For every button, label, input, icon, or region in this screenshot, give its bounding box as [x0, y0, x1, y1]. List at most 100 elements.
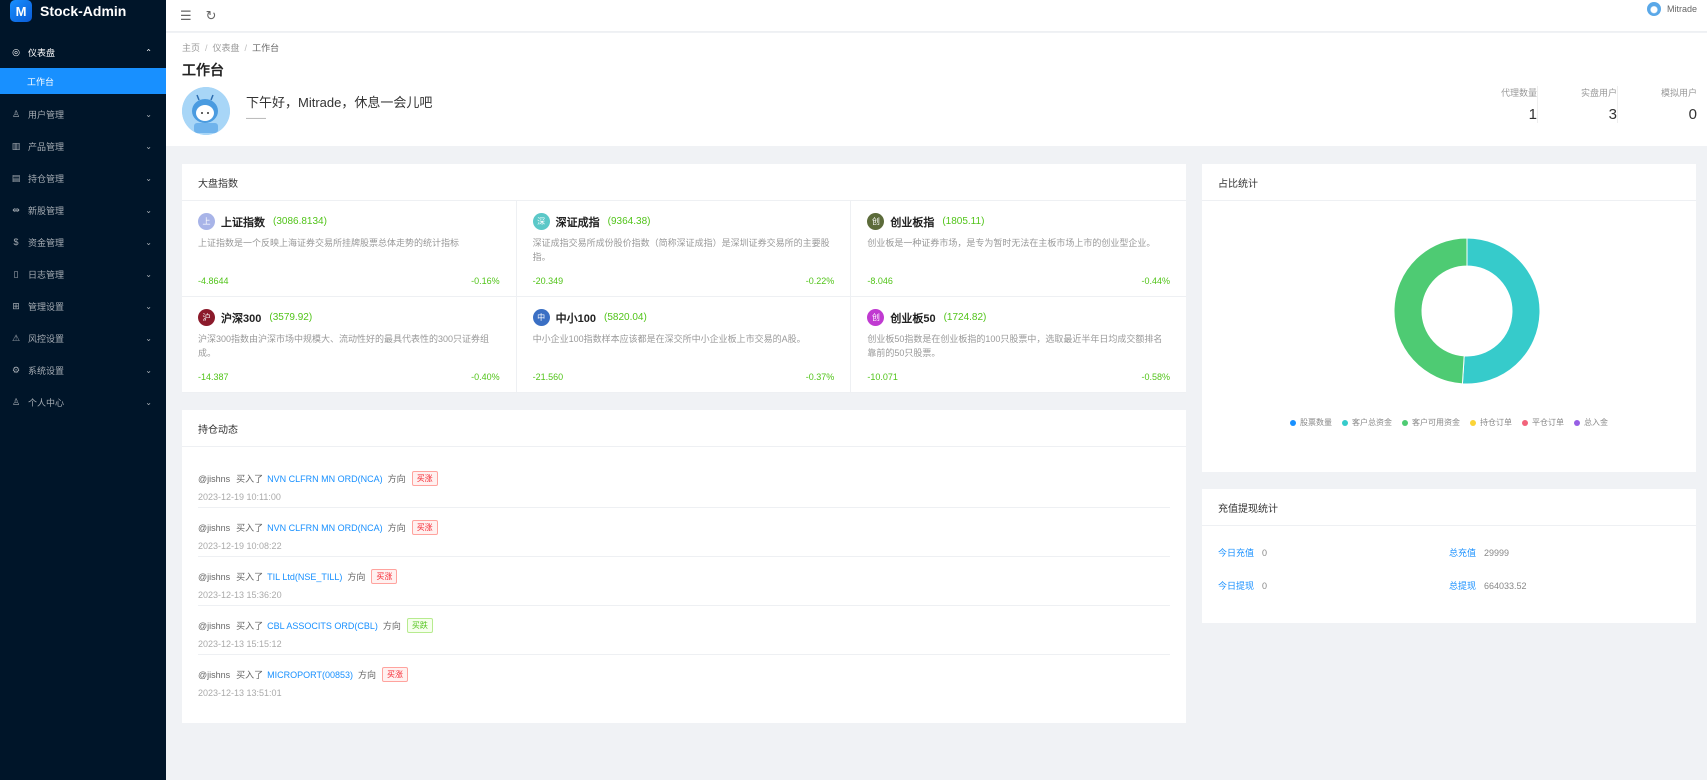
legend-item[interactable]: 平仓订单	[1522, 417, 1564, 428]
donut-slice-2[interactable]	[1393, 237, 1468, 385]
chevron-down-icon: ⌄	[145, 269, 152, 279]
feed-line: @jishns 买入了 MICROPORT(00853) 方向 买涨	[198, 667, 1170, 682]
index-description: 沪深300指数由沪深市场中规模大、流动性好的最具代表性的300只证券组成。	[198, 334, 490, 358]
position-feed-card: 持仓动态 @jishns 买入了 NVN CLFRN MN ORD(NCA) 方向 买涨…	[182, 410, 1186, 723]
sidebar-item-dashboard[interactable]: ◎ 仪表盘 ⌃	[0, 36, 166, 68]
feed-stock-link[interactable]: NVN CLFRN MN ORD(NCA)	[267, 523, 383, 533]
donut-slice-1[interactable]	[1461, 237, 1541, 385]
chevron-down-icon: ⌄	[145, 365, 152, 375]
stat-value: 0	[1688, 106, 1697, 123]
index-item[interactable]: 沪沪深300 (3579.92) 沪深300指数由沪深市场中规模大、流动性好的最具代…	[182, 297, 517, 393]
sidebar-item-risk-settings[interactable]: ⚠ 风控设置 ⌄	[0, 322, 166, 354]
app-title: Stock-Admin	[40, 3, 127, 19]
fund-value: 664033.52	[1484, 581, 1527, 591]
legend-dot-icon	[1342, 419, 1348, 426]
sidebar-item-users[interactable]: ♙ 用户管理 ⌄	[0, 98, 166, 130]
sidebar-item-label: 管理设置	[28, 301, 65, 312]
feed-action: 买入了	[236, 621, 264, 631]
index-item[interactable]: 上上证指数 (3086.8134) 上证指数是一个反映上海证券交易所挂牌股票总体走势…	[182, 201, 517, 297]
position-icon: ▤	[11, 172, 21, 183]
sidebar-item-system-settings[interactable]: ⚙ 系统设置 ⌄	[0, 354, 166, 386]
feed-stock-link[interactable]: MICROPORT(00853)	[267, 670, 353, 680]
fund-total-withdraw: 总提现 664033.52	[1449, 579, 1680, 592]
header-stats: 代理数量 1 实盘用户 3 模拟用户 0	[1457, 86, 1697, 123]
fund-label[interactable]: 今日充值	[1218, 548, 1254, 558]
greeting-text: 下午好，Mitrade，休息一会儿吧	[246, 95, 433, 110]
index-badge-icon: 深	[532, 213, 550, 230]
sidebar-item-logs[interactable]: ▯ 日志管理 ⌄	[0, 258, 166, 290]
direction-tag: 买涨	[371, 569, 398, 584]
stat-demo-users: 模拟用户 0	[1617, 86, 1697, 123]
index-name: 中小100	[555, 312, 597, 325]
fund-label[interactable]: 总充值	[1449, 548, 1476, 558]
breadcrumb-home[interactable]: 主页	[182, 43, 200, 53]
breadcrumb: 主页 / 仪表盘 / 工作台	[182, 43, 280, 53]
legend-item[interactable]: 客户可用资金	[1402, 417, 1460, 428]
legend-item[interactable]: 总入金	[1574, 417, 1608, 428]
feed-user[interactable]: @jishns	[198, 621, 230, 631]
feed-line: @jishns 买入了 NVN CLFRN MN ORD(NCA) 方向 买涨	[198, 471, 1170, 486]
chart-legend: 股票数量 客户总资金 客户可用资金 持仓订单 平仓订单 总入金	[1202, 417, 1696, 428]
stat-label: 实盘用户	[1580, 88, 1617, 98]
index-item[interactable]: 深深证成指 (9364.38) 深证成指交易所成份股价指数（简称深证成指）是深圳证券…	[516, 201, 852, 297]
feed-user[interactable]: @jishns	[198, 670, 230, 680]
index-title: 创创业板50 (1724.82)	[867, 309, 1170, 326]
sidebar-item-profile[interactable]: ♙ 个人中心 ⌄	[0, 386, 166, 418]
index-change-row: -21.560 -0.37%	[533, 372, 835, 382]
sidebar-subitem-workbench[interactable]: 工作台	[0, 68, 166, 94]
breadcrumb-current: 工作台	[252, 43, 280, 53]
funds-stats-card: 充值提现统计 今日充值 0 总充值 29999 今日提现 0 总提现 664033.52	[1202, 489, 1696, 623]
feed-user[interactable]: @jishns	[198, 572, 230, 582]
feed-line: @jishns 买入了 NVN CLFRN MN ORD(NCA) 方向 买涨	[198, 520, 1170, 535]
index-item[interactable]: 中中小100 (5820.04) 中小企业100指数样本应该都是在深交所中小企业板上…	[516, 297, 852, 393]
stat-label: 代理数量	[1500, 88, 1537, 98]
feed-direction-label: 方向	[387, 474, 406, 484]
sidebar-item-label: 日志管理	[28, 269, 65, 280]
legend-item[interactable]: 股票数量	[1290, 417, 1332, 428]
user-icon: ♙	[11, 396, 21, 407]
index-change: -20.349	[532, 276, 564, 286]
index-item[interactable]: 创创业板指 (1805.11) 创业板是一种证券市场，是专为暂时无法在主板市场上市的…	[851, 201, 1186, 297]
index-change: -21.560	[532, 372, 564, 382]
legend-dot-icon	[1574, 419, 1580, 426]
sidebar-item-ipo[interactable]: ⇹ 新股管理 ⌄	[0, 194, 166, 226]
sidebar-item-label: 新股管理	[28, 205, 65, 216]
direction-tag: 买涨	[411, 471, 438, 486]
feed-user[interactable]: @jishns	[198, 523, 230, 533]
logo[interactable]: M Stock-Admin	[0, 0, 166, 22]
index-change-row: -20.349 -0.22%	[533, 276, 835, 286]
sidebar-item-positions[interactable]: ▤ 持仓管理 ⌄	[0, 162, 166, 194]
feed-user[interactable]: @jishns	[198, 474, 230, 484]
index-change: -14.387	[198, 372, 229, 382]
feed-action: 买入了	[236, 523, 264, 533]
legend-dot-icon	[1470, 419, 1476, 426]
refresh-icon[interactable]: ↻	[206, 8, 217, 24]
avatar	[1646, 2, 1661, 16]
fund-label[interactable]: 总提现	[1449, 581, 1476, 591]
ipo-icon: ⇹	[12, 204, 20, 215]
sidebar-item-label: 资金管理	[28, 237, 65, 248]
index-name: 创业板指	[890, 216, 935, 229]
sidebar-item-products[interactable]: ▥ 产品管理 ⌄	[0, 130, 166, 162]
legend-dot-icon	[1290, 419, 1296, 426]
collapse-menu-icon[interactable]: ☰	[180, 8, 192, 24]
legend-item[interactable]: 持仓订单	[1470, 417, 1512, 428]
admin-settings-icon: ⊞	[12, 300, 20, 311]
index-value: (1724.82)	[943, 312, 987, 323]
user-menu[interactable]: Mitrade	[1646, 2, 1697, 16]
feed-time: 2023-12-19 10:08:22	[198, 541, 282, 551]
index-change-pct: -0.16%	[471, 276, 500, 286]
index-name: 深证成指	[555, 216, 600, 229]
fund-label[interactable]: 今日提现	[1218, 581, 1254, 591]
page-header: 主页 / 仪表盘 / 工作台 工作台 下午好，Mitrade，休息一会儿吧 —— 代理数…	[166, 33, 1707, 146]
gear-icon: ⚙	[11, 364, 21, 375]
feed-stock-link[interactable]: NVN CLFRN MN ORD(NCA)	[267, 474, 383, 484]
chevron-down-icon: ⌄	[145, 333, 152, 343]
breadcrumb-dashboard[interactable]: 仪表盘	[213, 43, 240, 53]
feed-stock-link[interactable]: TIL Ltd(NSE_TILL)	[267, 572, 342, 582]
legend-item[interactable]: 客户总资金	[1342, 417, 1392, 428]
sidebar-item-admin-settings[interactable]: ⊞ 管理设置 ⌄	[0, 290, 166, 322]
feed-stock-link[interactable]: CBL ASSOCITS ORD(CBL)	[267, 621, 378, 631]
index-item[interactable]: 创创业板50 (1724.82) 创业板50指数是在创业板指的100只股票中，选取最…	[851, 297, 1186, 393]
sidebar-item-funds[interactable]: $ 资金管理 ⌄	[0, 226, 166, 258]
